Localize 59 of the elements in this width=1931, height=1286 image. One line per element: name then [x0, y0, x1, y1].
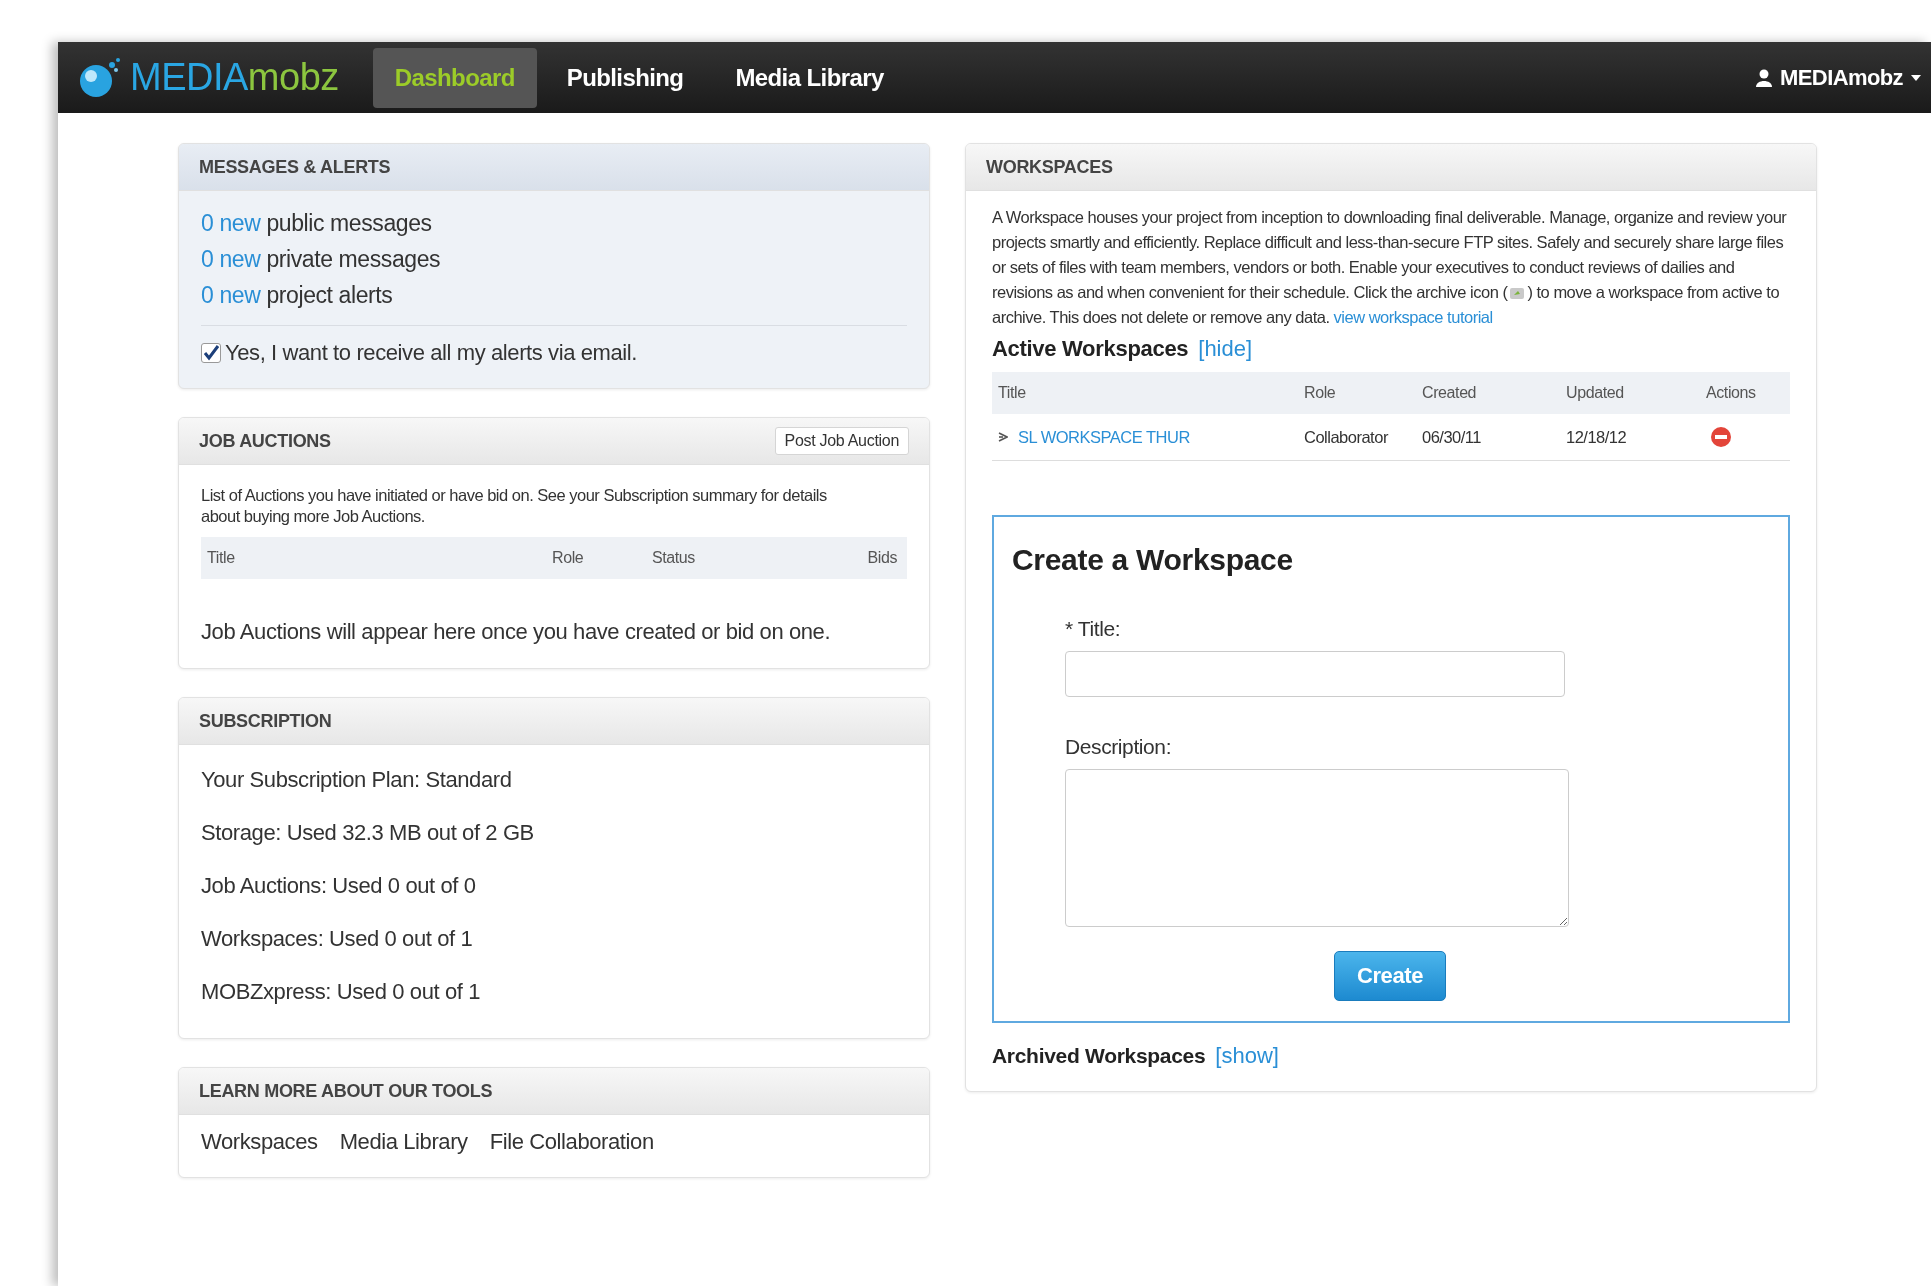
message-text: public messages	[266, 210, 432, 236]
column-header: Role	[1304, 384, 1337, 402]
form-heading: Create a Workspace	[1012, 543, 1294, 577]
description-input-field[interactable]	[1065, 769, 1569, 927]
nav-tab[interactable]: Media Library	[713, 47, 906, 108]
tool-link[interactable]: Media Library	[339, 1129, 468, 1155]
column-header: Status	[652, 549, 696, 567]
logo-text: MEDIAmobz	[130, 56, 339, 99]
post-job-auction-button[interactable]: Post Job Auction	[774, 427, 909, 455]
archive-icon	[1509, 286, 1526, 300]
description-text: A Workspace houses your project from inception to downloading final deliverable. Manage, organize and review your projects smartly and efficiently. Replace difficult and less-than-secure FTP sites. Safely and securely share large files or sets of files with team members, vendors or both. Enable your executives to conduct reviews of dailies and revisions as and when convenient for their schedule. Click the archive icon ( ) to move a workspace from active to archive. This does not delete or remove any data. view workspace tutorial	[992, 207, 1788, 328]
checkbox-label: Yes, I want to receive all my alerts via email.	[225, 340, 637, 366]
column-header: Updated	[1566, 384, 1625, 402]
title-input-field[interactable]	[1065, 651, 1565, 697]
message-link[interactable]: 0 new	[201, 246, 261, 272]
panel-title: JOB AUCTIONS	[199, 430, 331, 452]
field-label: Description:	[1065, 735, 1173, 759]
panel-title: LEARN MORE ABOUT OUR TOOLS	[199, 1080, 493, 1102]
table-cell-text: 06/30/11	[1422, 427, 1482, 447]
remove-icon[interactable]	[1710, 426, 1732, 448]
subscription-detail: Storage: Used 32.3 MB out of 2 GB	[201, 819, 535, 847]
user-menu[interactable]: MEDIAmobz	[1756, 64, 1921, 91]
create-button[interactable]: Create	[1333, 951, 1447, 1001]
message-text: private messages	[266, 246, 441, 272]
column-header: Created	[1422, 384, 1478, 402]
column-header: Actions	[1706, 384, 1757, 402]
message-link[interactable]: 0 new	[201, 210, 261, 236]
subscription-detail: Job Auctions: Used 0 out of 0	[201, 872, 477, 900]
tool-link[interactable]: File Collaboration	[489, 1129, 654, 1155]
nav-tab[interactable]: Dashboard	[372, 47, 537, 108]
message-link[interactable]: 0 new	[201, 282, 261, 308]
workspace-link[interactable]: SL WORKSPACE THUR	[1018, 427, 1190, 447]
column-header: Bids	[866, 549, 897, 567]
column-header: Title	[998, 384, 1027, 402]
caret-icon	[1911, 74, 1921, 81]
description-text: List of Auctions you have initiated or have bid on. See your Subscription summary for details about buying more Job Auctions.	[201, 485, 828, 527]
panel-title: MESSAGES & ALERTS	[199, 156, 391, 178]
panel-title: WORKSPACES	[986, 156, 1113, 178]
table-cell-text: 12/18/12	[1566, 427, 1628, 447]
user-icon	[1756, 68, 1773, 87]
subscription-detail: Your Subscription Plan: Standard	[201, 766, 513, 794]
subscription-detail: MOBZxpress: Used 0 out of 1	[201, 978, 481, 1006]
message-text: project alerts	[266, 282, 393, 308]
column-header: Role	[552, 549, 585, 567]
hide-link[interactable]: [hide]	[1198, 336, 1253, 362]
expand-icon	[998, 432, 1008, 442]
tool-link[interactable]: Workspaces	[201, 1129, 318, 1155]
empty-state-text: Job Auctions will appear here once you have created or bid on one.	[201, 618, 832, 646]
field-label: * Title:	[1065, 617, 1122, 641]
subscription-detail: Workspaces: Used 0 out of 1	[201, 925, 474, 953]
tutorial-link[interactable]: view workspace tutorial	[1333, 308, 1493, 326]
panel-title: SUBSCRIPTION	[199, 710, 332, 732]
section-heading: Archived Workspaces	[992, 1044, 1206, 1068]
show-link[interactable]: [show]	[1215, 1043, 1279, 1069]
nav-tab[interactable]: Publishing	[544, 47, 706, 108]
checkbox[interactable]	[201, 343, 221, 363]
section-heading: Active Workspaces	[992, 336, 1189, 362]
column-header: Title	[207, 549, 236, 567]
table-cell-text: Collaborator	[1304, 427, 1390, 447]
